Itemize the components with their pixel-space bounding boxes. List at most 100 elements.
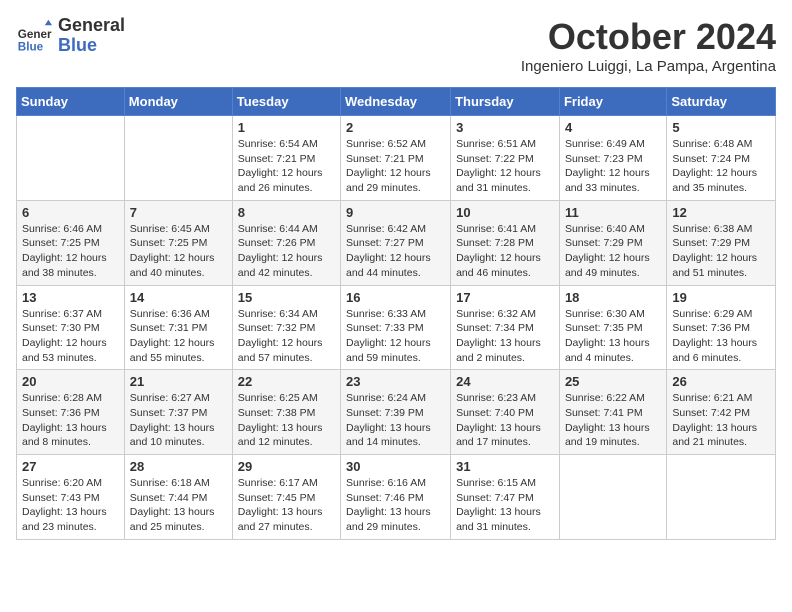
day-info: Sunrise: 6:17 AM Sunset: 7:45 PM Dayligh… <box>238 476 335 535</box>
day-number: 6 <box>22 205 119 220</box>
day-number: 4 <box>565 120 661 135</box>
calendar-cell: 19Sunrise: 6:29 AM Sunset: 7:36 PM Dayli… <box>667 285 776 370</box>
page-header: General Blue General Blue October 2024 I… <box>16 16 776 75</box>
calendar-cell: 27 Sunrise: 6:20 AM Sunset: 7:43 PM Dayli… <box>17 455 125 540</box>
week-row-4: 20 Sunrise: 6:28 AM Sunset: 7:36 PM Dayli… <box>17 370 776 455</box>
day-info: Sunrise: 6:34 AM Sunset: 7:32 PM Dayligh… <box>238 307 335 366</box>
day-number: 27 <box>22 459 119 474</box>
calendar-cell: 3Sunrise: 6:51 AM Sunset: 7:22 PM Daylig… <box>451 116 560 201</box>
day-number: 12 <box>672 205 770 220</box>
calendar-cell: 15Sunrise: 6:34 AM Sunset: 7:32 PM Dayli… <box>232 285 340 370</box>
day-number: 5 <box>672 120 770 135</box>
weekday-header-thursday: Thursday <box>451 88 560 116</box>
calendar-cell <box>559 455 666 540</box>
day-info: Sunrise: 6:33 AM Sunset: 7:33 PM Dayligh… <box>346 307 445 366</box>
day-number: 11 <box>565 205 661 220</box>
week-row-1: 1Sunrise: 6:54 AM Sunset: 7:21 PM Daylig… <box>17 116 776 201</box>
calendar-cell: 11 Sunrise: 6:40 AM Sunset: 7:29 PM Dayli… <box>559 200 666 285</box>
day-number: 2 <box>346 120 445 135</box>
day-info: Sunrise: 6:18 AM Sunset: 7:44 PM Dayligh… <box>130 476 227 535</box>
calendar-cell: 6 Sunrise: 6:46 AM Sunset: 7:25 PM Daylig… <box>17 200 125 285</box>
calendar-cell <box>17 116 125 201</box>
calendar-cell: 21 Sunrise: 6:27 AM Sunset: 7:37 PM Dayli… <box>124 370 232 455</box>
calendar-cell: 20 Sunrise: 6:28 AM Sunset: 7:36 PM Dayli… <box>17 370 125 455</box>
day-number: 3 <box>456 120 554 135</box>
week-row-2: 6 Sunrise: 6:46 AM Sunset: 7:25 PM Daylig… <box>17 200 776 285</box>
day-info: Sunrise: 6:54 AM Sunset: 7:21 PM Dayligh… <box>238 137 335 196</box>
calendar-cell: 5 Sunrise: 6:48 AM Sunset: 7:24 PM Daylig… <box>667 116 776 201</box>
calendar-cell: 1Sunrise: 6:54 AM Sunset: 7:21 PM Daylig… <box>232 116 340 201</box>
calendar-cell: 9Sunrise: 6:42 AM Sunset: 7:27 PM Daylig… <box>341 200 451 285</box>
day-info: Sunrise: 6:25 AM Sunset: 7:38 PM Dayligh… <box>238 391 335 450</box>
calendar-cell: 18Sunrise: 6:30 AM Sunset: 7:35 PM Dayli… <box>559 285 666 370</box>
day-info: Sunrise: 6:46 AM Sunset: 7:25 PM Dayligh… <box>22 222 119 281</box>
day-number: 31 <box>456 459 554 474</box>
day-info: Sunrise: 6:40 AM Sunset: 7:29 PM Dayligh… <box>565 222 661 281</box>
day-number: 25 <box>565 374 661 389</box>
day-number: 13 <box>22 290 119 305</box>
day-number: 28 <box>130 459 227 474</box>
day-number: 17 <box>456 290 554 305</box>
day-info: Sunrise: 6:36 AM Sunset: 7:31 PM Dayligh… <box>130 307 227 366</box>
day-number: 8 <box>238 205 335 220</box>
day-info: Sunrise: 6:49 AM Sunset: 7:23 PM Dayligh… <box>565 137 661 196</box>
day-info: Sunrise: 6:48 AM Sunset: 7:24 PM Dayligh… <box>672 137 770 196</box>
day-info: Sunrise: 6:15 AM Sunset: 7:47 PM Dayligh… <box>456 476 554 535</box>
day-info: Sunrise: 6:24 AM Sunset: 7:39 PM Dayligh… <box>346 391 445 450</box>
calendar-cell: 30Sunrise: 6:16 AM Sunset: 7:46 PM Dayli… <box>341 455 451 540</box>
calendar-table: SundayMondayTuesdayWednesdayThursdayFrid… <box>16 87 776 540</box>
calendar-cell: 25 Sunrise: 6:22 AM Sunset: 7:41 PM Dayli… <box>559 370 666 455</box>
weekday-header-sunday: Sunday <box>17 88 125 116</box>
day-info: Sunrise: 6:23 AM Sunset: 7:40 PM Dayligh… <box>456 391 554 450</box>
calendar-cell: 7 Sunrise: 6:45 AM Sunset: 7:25 PM Daylig… <box>124 200 232 285</box>
day-info: Sunrise: 6:21 AM Sunset: 7:42 PM Dayligh… <box>672 391 770 450</box>
day-number: 26 <box>672 374 770 389</box>
week-row-5: 27 Sunrise: 6:20 AM Sunset: 7:43 PM Dayli… <box>17 455 776 540</box>
calendar-cell: 24 Sunrise: 6:23 AM Sunset: 7:40 PM Dayli… <box>451 370 560 455</box>
day-number: 16 <box>346 290 445 305</box>
calendar-cell: 2 Sunrise: 6:52 AM Sunset: 7:21 PM Daylig… <box>341 116 451 201</box>
day-info: Sunrise: 6:30 AM Sunset: 7:35 PM Dayligh… <box>565 307 661 366</box>
day-info: Sunrise: 6:20 AM Sunset: 7:43 PM Dayligh… <box>22 476 119 535</box>
day-number: 30 <box>346 459 445 474</box>
location-subtitle: Ingeniero Luiggi, La Pampa, Argentina <box>521 58 776 75</box>
day-info: Sunrise: 6:37 AM Sunset: 7:30 PM Dayligh… <box>22 307 119 366</box>
day-info: Sunrise: 6:45 AM Sunset: 7:25 PM Dayligh… <box>130 222 227 281</box>
calendar-cell: 23Sunrise: 6:24 AM Sunset: 7:39 PM Dayli… <box>341 370 451 455</box>
calendar-cell: 4 Sunrise: 6:49 AM Sunset: 7:23 PM Daylig… <box>559 116 666 201</box>
calendar-cell <box>124 116 232 201</box>
day-number: 7 <box>130 205 227 220</box>
weekday-header-wednesday: Wednesday <box>341 88 451 116</box>
calendar-cell: 12 Sunrise: 6:38 AM Sunset: 7:29 PM Dayli… <box>667 200 776 285</box>
calendar-cell: 13 Sunrise: 6:37 AM Sunset: 7:30 PM Dayli… <box>17 285 125 370</box>
day-number: 24 <box>456 374 554 389</box>
weekday-header-saturday: Saturday <box>667 88 776 116</box>
day-info: Sunrise: 6:52 AM Sunset: 7:21 PM Dayligh… <box>346 137 445 196</box>
title-block: October 2024 Ingeniero Luiggi, La Pampa,… <box>521 16 776 75</box>
day-number: 20 <box>22 374 119 389</box>
calendar-cell: 28 Sunrise: 6:18 AM Sunset: 7:44 PM Dayli… <box>124 455 232 540</box>
day-info: Sunrise: 6:38 AM Sunset: 7:29 PM Dayligh… <box>672 222 770 281</box>
day-info: Sunrise: 6:28 AM Sunset: 7:36 PM Dayligh… <box>22 391 119 450</box>
weekday-header-monday: Monday <box>124 88 232 116</box>
logo: General Blue General Blue <box>16 16 125 56</box>
svg-text:Blue: Blue <box>18 40 44 53</box>
calendar-cell: 14 Sunrise: 6:36 AM Sunset: 7:31 PM Dayli… <box>124 285 232 370</box>
calendar-cell <box>667 455 776 540</box>
day-number: 21 <box>130 374 227 389</box>
day-number: 19 <box>672 290 770 305</box>
calendar-cell: 22Sunrise: 6:25 AM Sunset: 7:38 PM Dayli… <box>232 370 340 455</box>
calendar-cell: 16 Sunrise: 6:33 AM Sunset: 7:33 PM Dayli… <box>341 285 451 370</box>
day-info: Sunrise: 6:22 AM Sunset: 7:41 PM Dayligh… <box>565 391 661 450</box>
day-info: Sunrise: 6:44 AM Sunset: 7:26 PM Dayligh… <box>238 222 335 281</box>
weekday-header-friday: Friday <box>559 88 666 116</box>
svg-text:General: General <box>18 28 52 41</box>
day-number: 9 <box>346 205 445 220</box>
day-number: 14 <box>130 290 227 305</box>
day-info: Sunrise: 6:27 AM Sunset: 7:37 PM Dayligh… <box>130 391 227 450</box>
month-title: October 2024 <box>521 16 776 58</box>
weekday-header-row: SundayMondayTuesdayWednesdayThursdayFrid… <box>17 88 776 116</box>
calendar-cell: 8 Sunrise: 6:44 AM Sunset: 7:26 PM Daylig… <box>232 200 340 285</box>
calendar-cell: 26 Sunrise: 6:21 AM Sunset: 7:42 PM Dayli… <box>667 370 776 455</box>
day-info: Sunrise: 6:32 AM Sunset: 7:34 PM Dayligh… <box>456 307 554 366</box>
